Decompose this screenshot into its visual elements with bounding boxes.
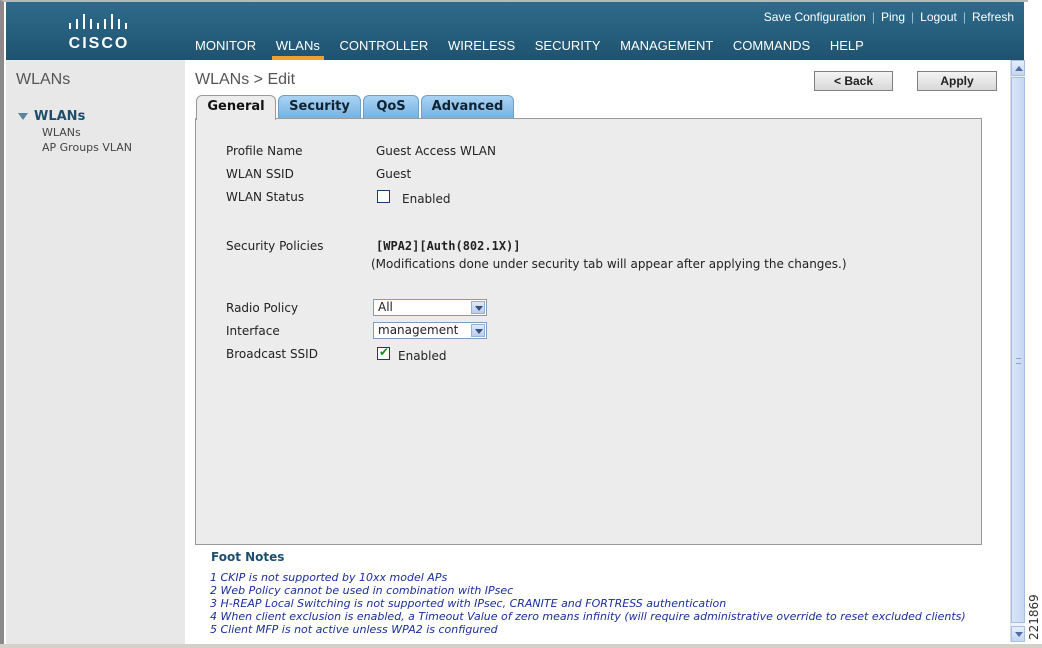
cisco-logo: CISCO [60, 10, 138, 56]
separator: | [871, 10, 875, 24]
broadcast-ssid-label: Broadcast SSID [226, 347, 318, 361]
logout-link[interactable]: Logout [920, 10, 957, 24]
wlan-status-checkbox[interactable] [377, 190, 390, 203]
nav-controller[interactable]: CONTROLLER [339, 38, 428, 60]
wlan-status-enabled-label: Enabled [402, 192, 451, 206]
sidebar-item-ap-groups-vlan[interactable]: AP Groups VLAN [42, 141, 132, 154]
wlan-status-label: WLAN Status [226, 190, 305, 204]
sidebar: WLANs WLANs WLANs AP Groups VLAN [6, 60, 185, 644]
back-button[interactable]: < Back [814, 71, 893, 91]
tab-security[interactable]: Security [278, 95, 361, 119]
profile-name-value: Guest Access WLAN [376, 144, 496, 158]
sidebar-tree-label[interactable]: WLANs [34, 109, 85, 124]
sidebar-tree-wlans[interactable]: WLANs [18, 109, 85, 124]
security-policies-label: Security Policies [226, 239, 324, 253]
nav-commands[interactable]: COMMANDS [733, 38, 810, 60]
top-links: Save Configuration | Ping | Logout | Refresh [764, 10, 1014, 24]
dropdown-arrow-icon[interactable] [471, 324, 485, 337]
scrollbar-thumb[interactable] [1011, 77, 1025, 623]
radio-policy-label: Radio Policy [226, 301, 299, 315]
footnotes-title: Foot Notes [211, 550, 285, 564]
footnote-item: 1 CKIP is not supported by 10xx model AP… [210, 571, 448, 584]
separator: | [911, 10, 915, 24]
save-configuration-link[interactable]: Save Configuration [764, 10, 866, 24]
vertical-scrollbar[interactable] [1010, 60, 1025, 642]
tab-advanced[interactable]: Advanced [421, 95, 514, 119]
footnote-item: 4 When client exclusion is enabled, a Ti… [210, 610, 966, 623]
wlan-ssid-label: WLAN SSID [226, 167, 294, 181]
scroll-up-arrow-icon[interactable] [1011, 60, 1025, 76]
apply-button[interactable]: Apply [917, 71, 997, 91]
dropdown-arrow-icon[interactable] [471, 301, 485, 314]
broadcast-ssid-enabled-label: Enabled [398, 349, 447, 363]
tab-qos[interactable]: QoS [363, 95, 419, 119]
ping-link[interactable]: Ping [881, 10, 905, 24]
interface-label: Interface [226, 324, 280, 338]
profile-name-label: Profile Name [226, 144, 303, 158]
nav-security[interactable]: SECURITY [535, 38, 601, 60]
page-title: WLANs > Edit [195, 71, 296, 88]
nav-wlans[interactable]: WLANs [271, 38, 324, 60]
tab-general[interactable]: General [196, 95, 276, 120]
main-nav: MONITOR WLANs CONTROLLER WIRELESS SECURI… [195, 38, 880, 60]
sidebar-item-wlans[interactable]: WLANs [42, 126, 81, 139]
refresh-link[interactable]: Refresh [972, 10, 1014, 24]
logo-text: CISCO [68, 35, 130, 52]
cisco-bridge-icon [69, 14, 127, 29]
nav-monitor[interactable]: MONITOR [195, 38, 256, 60]
footnote-item: 3 H-REAP Local Switching is not supporte… [210, 597, 727, 610]
nav-wireless[interactable]: WIRELESS [448, 38, 515, 60]
window-bottom-edge [0, 644, 1042, 648]
security-policies-note: (Modifications done under security tab w… [371, 257, 847, 271]
scrollbar-grip-icon [1016, 358, 1021, 364]
expand-triangle-icon[interactable] [18, 113, 28, 120]
interface-value: management [378, 323, 459, 337]
top-header: CISCO Save Configuration | Ping | Logout | Ref… [6, 2, 1024, 60]
footnote-item: 5 Client MFP is not active unless WPA2 i… [210, 623, 498, 636]
radio-policy-value: All [378, 300, 393, 314]
nav-management[interactable]: MANAGEMENT [620, 38, 713, 60]
wlan-ssid-value: Guest [376, 167, 412, 181]
nav-help[interactable]: HELP [830, 38, 864, 60]
general-panel: Profile Name Guest Access WLAN WLAN SSID… [195, 118, 982, 545]
radio-policy-select[interactable]: All [373, 299, 487, 316]
main-content: WLANs > Edit < Back Apply General Securi… [185, 60, 1010, 644]
scroll-down-arrow-icon[interactable] [1011, 626, 1025, 642]
security-policies-value: [WPA2][Auth(802.1X)] [376, 239, 521, 253]
interface-select[interactable]: management [373, 322, 487, 339]
separator: | [962, 10, 966, 24]
sidebar-title: WLANs [16, 71, 71, 88]
broadcast-ssid-checkbox[interactable] [377, 345, 390, 360]
footnote-item: 2 Web Policy cannot be used in combinati… [210, 584, 514, 597]
figure-number: 221869 [1027, 594, 1041, 640]
